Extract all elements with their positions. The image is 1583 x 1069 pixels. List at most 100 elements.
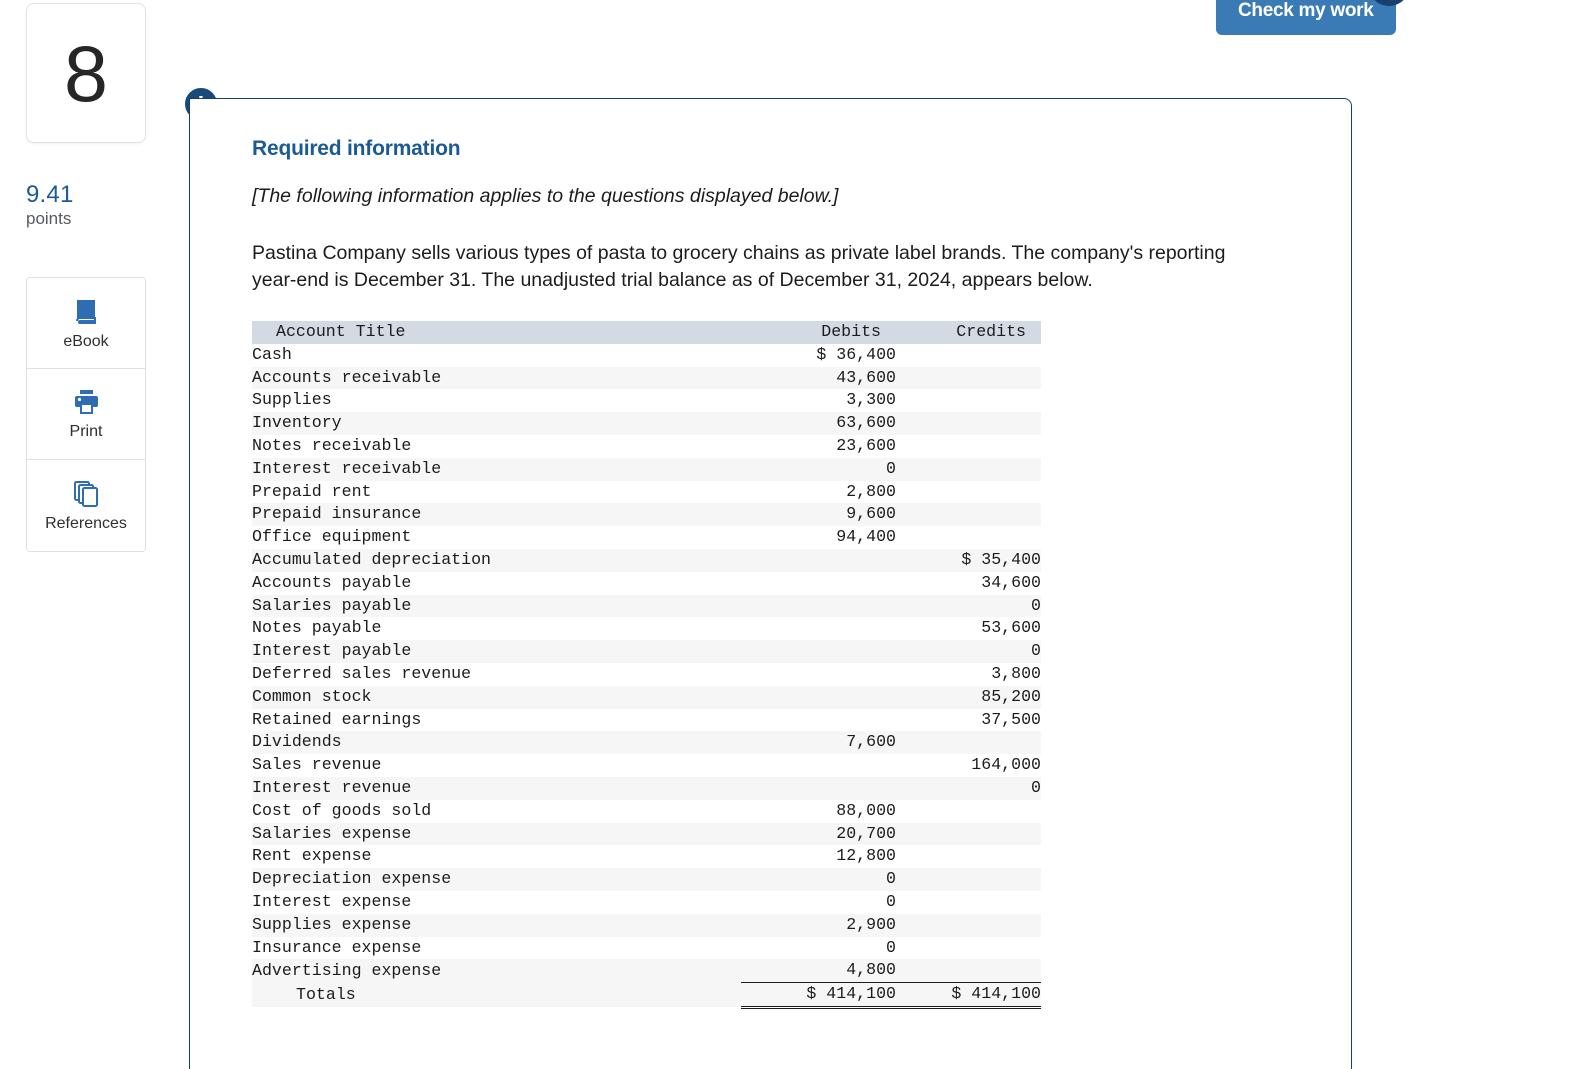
cell-credits xyxy=(896,937,1041,960)
cell-account-title: Depreciation expense xyxy=(252,869,452,889)
cell-credits: 37,500 xyxy=(981,709,1041,729)
question-number-card: 8 xyxy=(26,3,146,143)
table-row: Notes payable 53,600 xyxy=(252,617,1041,641)
table-row: Rent expense 12,800 xyxy=(252,845,1041,869)
cell-credits xyxy=(896,914,1041,937)
cell-credits: $ 35,400 xyxy=(961,549,1041,569)
cell-account-title: Interest receivable xyxy=(252,458,442,478)
cell-credits xyxy=(896,868,1041,891)
trial-balance-table-wrapper: Account Title Debits Credits Cash $ 36,40… xyxy=(252,321,1041,1009)
print-label: Print xyxy=(69,422,103,440)
cell-account-title: Sales revenue xyxy=(252,755,382,775)
column-header-debits: Debits xyxy=(821,322,881,341)
cell-account-title: Prepaid insurance xyxy=(252,504,422,524)
ebook-label: eBook xyxy=(63,332,109,350)
ebook-button[interactable]: eBook xyxy=(27,278,145,369)
cell-credits xyxy=(896,481,1041,504)
table-row: Cash $ 36,400 xyxy=(252,343,1041,367)
cell-debits: 0 xyxy=(886,458,896,478)
cell-account-title: Retained earnings xyxy=(252,709,422,729)
cell-credits: 0 xyxy=(1031,777,1041,797)
cell-credits xyxy=(896,845,1041,868)
column-header-account-title: Account Title xyxy=(276,322,406,341)
table-header-row: Account Title Debits Credits xyxy=(252,321,1041,344)
cell-debits xyxy=(741,595,896,618)
cell-debits xyxy=(741,617,896,640)
cell-credits: 0 xyxy=(1031,641,1041,661)
cell-account-title: Common stock xyxy=(252,686,372,706)
applies-note: [The following information applies to th… xyxy=(252,185,839,207)
cell-account-title: Inventory xyxy=(252,413,342,433)
table-row: Prepaid insurance 9,600 xyxy=(252,503,1041,527)
points-label: points xyxy=(26,209,72,228)
cell-credits xyxy=(896,891,1041,914)
cell-credits: 85,200 xyxy=(981,686,1041,706)
tool-button-group: eBook Print References xyxy=(26,277,146,552)
question-sidebar: 8 9.41 points eBook Print References xyxy=(0,0,175,1069)
cell-credits: 0 xyxy=(1031,595,1041,615)
table-row: Supplies expense 2,900 xyxy=(252,913,1041,937)
cell-debits xyxy=(741,754,896,777)
cell-credits: 164,000 xyxy=(971,755,1041,775)
table-row: Salaries payable 0 xyxy=(252,594,1041,618)
table-row: Accounts payable 34,600 xyxy=(252,571,1041,595)
cell-account-title: Supplies expense xyxy=(252,914,412,934)
table-header: Account Title Debits Credits xyxy=(252,321,1041,344)
cell-debits xyxy=(741,663,896,686)
problem-description: Pastina Company sells various types of p… xyxy=(252,242,1226,291)
cell-debits: 2,900 xyxy=(846,914,896,934)
cell-debits: 3,300 xyxy=(846,390,896,410)
cell-credits xyxy=(896,503,1041,526)
printer-icon xyxy=(71,388,101,416)
table-row: Interest receivable 0 xyxy=(252,457,1041,481)
table-row: Supplies 3,300 xyxy=(252,389,1041,413)
table-row: Notes receivable 23,600 xyxy=(252,434,1041,458)
cell-debits: 63,600 xyxy=(836,413,896,433)
cell-totals-debits: $ 414,100 xyxy=(741,982,896,1009)
table-row: Office equipment 94,400 xyxy=(252,526,1041,549)
print-button[interactable]: Print xyxy=(27,369,145,460)
table-body: Cash $ 36,400 Accounts receivable 43,600 Sup… xyxy=(252,343,1041,1009)
cell-debits: 7,600 xyxy=(846,732,896,752)
cell-account-title: Notes payable xyxy=(252,618,382,638)
table-row: Cost of goods sold 88,000 xyxy=(252,799,1041,823)
table-row: Salaries expense 20,700 xyxy=(252,822,1041,846)
cell-debits: 0 xyxy=(886,891,896,911)
cell-account-title: Advertising expense xyxy=(252,960,442,980)
cell-credits: 3,800 xyxy=(991,663,1041,683)
cell-debits xyxy=(741,640,896,663)
cell-totals-credits: $ 414,100 xyxy=(896,982,1041,1009)
cell-debits: 20,700 xyxy=(836,823,896,843)
cell-debits: 0 xyxy=(886,869,896,889)
cell-account-title: Interest payable xyxy=(252,641,412,661)
points-value: 9.41 xyxy=(26,181,74,208)
cell-credits xyxy=(896,344,1041,367)
cell-account-title: Interest expense xyxy=(252,891,412,911)
cell-account-title: Office equipment xyxy=(252,527,412,547)
required-information-panel: Required information [The following info… xyxy=(189,98,1352,1069)
cell-credits: 53,600 xyxy=(981,618,1041,638)
table-row: Interest expense 0 xyxy=(252,890,1041,914)
cell-account-title: Salaries payable xyxy=(252,595,412,615)
check-my-work-button[interactable]: Check my work 3 xyxy=(1216,0,1410,35)
table-row: Prepaid rent 2,800 xyxy=(252,480,1041,504)
cell-account-title: Rent expense xyxy=(252,846,372,866)
cell-debits: 4,800 xyxy=(846,960,896,980)
cell-debits xyxy=(741,686,896,709)
cell-account-title: Cost of goods sold xyxy=(252,800,432,820)
cell-debits: 2,800 xyxy=(846,481,896,501)
cell-debits: 23,600 xyxy=(836,435,896,455)
table-row: Advertising expense 4,800 xyxy=(252,959,1041,983)
cell-debits: 0 xyxy=(886,937,896,957)
cell-totals-label: Totals xyxy=(296,984,356,1004)
page-root: 8 9.41 points eBook Print References Che… xyxy=(0,0,1583,1069)
cell-credits xyxy=(896,959,1041,982)
cell-credits xyxy=(896,526,1041,549)
table-row: Common stock 85,200 xyxy=(252,685,1041,709)
table-row: Inventory 63,600 xyxy=(252,412,1041,435)
cell-credits xyxy=(896,731,1041,754)
cell-credits xyxy=(896,800,1041,823)
references-button[interactable]: References xyxy=(27,460,145,551)
cell-debits xyxy=(741,549,896,572)
cell-debits xyxy=(741,709,896,732)
